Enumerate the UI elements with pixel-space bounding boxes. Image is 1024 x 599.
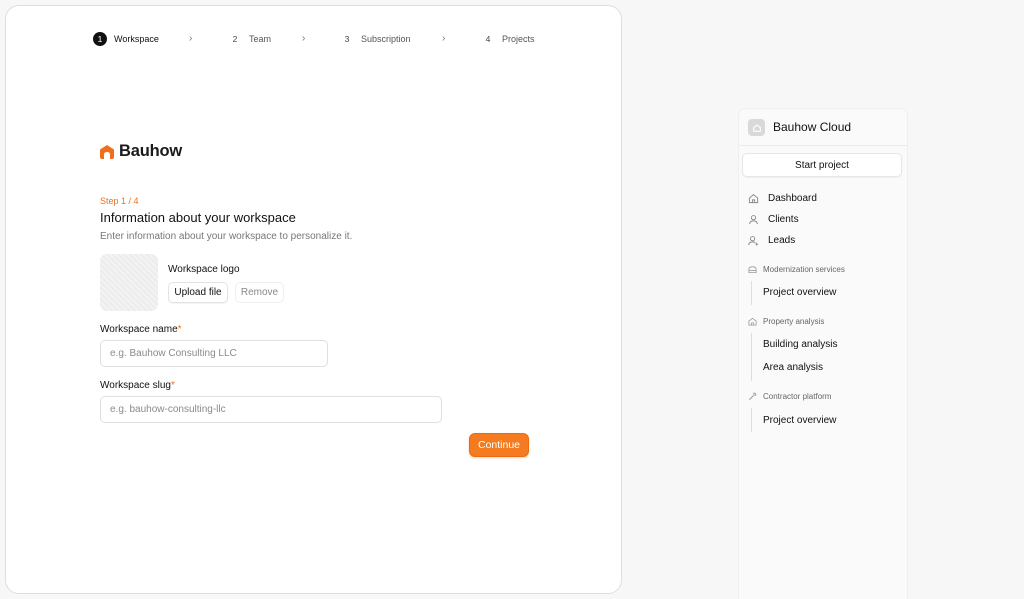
sidebar-item-leads[interactable]: Leads [748,235,795,246]
bauhow-logo-icon [100,144,114,159]
user-icon [749,215,758,225]
step-number: 2 [232,34,238,44]
required-mark: * [170,380,175,391]
step-label: Team [249,34,272,44]
workspace-avatar[interactable] [748,119,765,136]
tree-line [751,333,752,381]
workspace-slug-input[interactable] [100,396,442,423]
step-number: 3 [344,34,350,44]
sidebar-group-label: Property analysis [763,317,825,326]
chevron-right-icon: › [302,33,306,44]
house-icon [748,317,757,326]
sidebar-header: Bauhow Cloud [739,109,907,146]
sidebar-group-label: Contractor platform [763,392,832,401]
wrench-icon [748,392,757,401]
sidebar-group-label: Modernization services [763,265,845,274]
sidebar-subitem-building-analysis[interactable]: Building analysis [763,339,838,350]
sidebar-subitem-area-analysis[interactable]: Area analysis [763,362,823,373]
workspace-slug-label: Workspace slug* [100,380,175,391]
workspace-name-label: Workspace name* [100,324,182,335]
form-title: Information about your workspace [100,210,296,225]
building-icon [748,266,757,274]
sidebar-subitem-project-overview[interactable]: Project overview [763,287,836,298]
step-label: Subscription [361,34,411,44]
required-mark: * [177,324,182,335]
step-subscription[interactable]: 3 Subscription [340,32,411,46]
step-label: Workspace [114,34,159,44]
chevron-right-icon: › [442,33,446,44]
brand-logo: Bauhow [99,142,182,161]
sidebar-title: Bauhow Cloud [773,120,852,134]
user-plus-icon [748,236,759,246]
logo-placeholder[interactable] [100,254,158,311]
brand-name: Bauhow [119,142,182,160]
sidebar-group-modernization[interactable]: Modernization services [748,265,845,274]
start-project-button[interactable]: Start project [742,153,902,177]
step-team[interactable]: 2 Team [228,32,271,46]
form-subtitle: Enter information about your workspace t… [100,231,353,242]
workspace-name-input[interactable] [100,340,328,367]
workspace-slug-label-text: Workspace slug [100,380,171,391]
continue-button[interactable]: Continue [469,433,529,457]
sidebar-item-clients[interactable]: Clients [748,214,799,225]
step-number: 4 [485,34,491,44]
sidebar-subitem-project-overview[interactable]: Project overview [763,415,836,426]
onboarding-card: 1 Workspace › 2 Team › 3 Subscription › … [5,5,622,594]
sidebar-item-label: Dashboard [768,193,817,204]
logo-label: Workspace logo [168,264,240,275]
sidebar-item-label: Leads [768,235,796,246]
house-icon [752,124,761,132]
sidebar-group-property-analysis[interactable]: Property analysis [748,317,824,326]
tree-line [751,281,752,305]
workspace-name-label-text: Workspace name [100,324,178,335]
remove-logo-button[interactable]: Remove [235,282,284,303]
step-projects[interactable]: 4 Projects [481,32,535,46]
tree-line [751,408,752,432]
step-number: 1 [93,32,107,46]
step-indicator: Step 1 / 4 [100,196,139,206]
upload-file-button[interactable]: Upload file [168,282,228,303]
sidebar-group-contractor-platform[interactable]: Contractor platform [748,392,831,401]
sidebar-item-dashboard[interactable]: Dashboard [748,193,817,204]
chevron-right-icon: › [189,33,193,44]
sidebar-item-label: Clients [768,214,799,225]
step-label: Projects [502,34,535,44]
home-icon [748,194,759,204]
sidebar: Bauhow Cloud Start project Dashboard Cli… [738,108,908,599]
stepper: 1 Workspace › 2 Team › 3 Subscription › … [6,32,621,46]
step-workspace[interactable]: 1 Workspace [93,32,159,46]
